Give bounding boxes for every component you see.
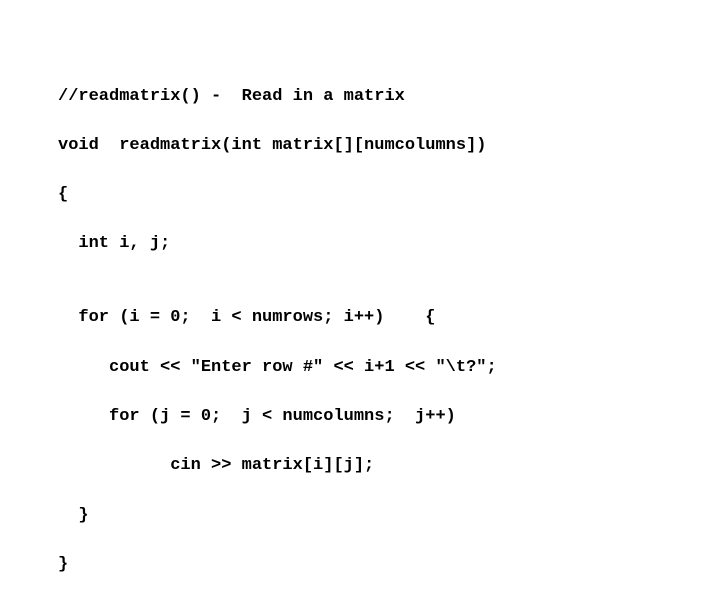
code-line: int i, j; [58, 232, 720, 257]
code-line: void readmatrix(int matrix[][numcolumns]… [58, 134, 720, 159]
code-line: } [58, 553, 720, 578]
code-line: for (i = 0; i < numrows; i++) { [58, 306, 720, 331]
code-line: cin >> matrix[i][j]; [58, 454, 720, 479]
code-line: cout << "Enter row #" << i+1 << "\t?"; [58, 356, 720, 381]
code-line: for (j = 0; j < numcolumns; j++) [58, 405, 720, 430]
code-line: //readmatrix() - Read in a matrix [58, 85, 720, 110]
code-line: { [58, 183, 720, 208]
code-block: //readmatrix() - Read in a matrix void r… [0, 0, 720, 602]
code-line: } [58, 504, 720, 529]
